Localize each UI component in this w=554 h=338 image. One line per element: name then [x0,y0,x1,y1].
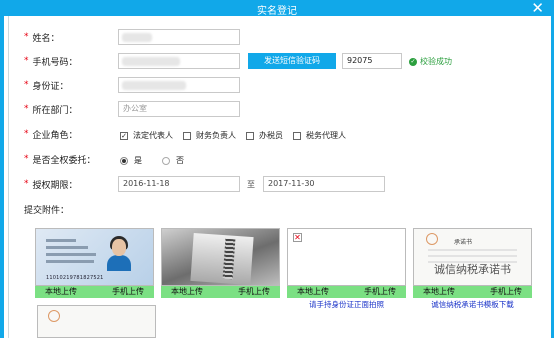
template-download-link[interactable]: 诚信纳税承诺书模板下载 [413,299,532,310]
mobile-upload-button[interactable]: 手机上传 [490,286,522,298]
radio-label: 是 [134,156,142,165]
name-label: 姓名： [32,33,60,44]
name-row: * 姓名： [24,29,127,45]
id-number-label: 身份证： [32,81,69,92]
checkbox-checked-icon[interactable]: ✓ [120,131,128,140]
handheld-id-image: ✕ [287,228,406,286]
attachment-card-id-front: 11010219781827521 本地上传 手机上传 [35,228,154,298]
commitment-letter-image: 承诺书 诚信纳税承诺书 [413,228,532,286]
radio-icon[interactable] [162,156,170,165]
auth-start-date-input[interactable]: 2016-11-18 [118,176,240,192]
dialog-inner-divider [8,16,9,338]
masked-value [122,33,152,42]
sms-code-input[interactable]: 92075 [342,53,402,69]
check-circle-icon: ✓ [409,57,417,66]
required-mark: * [24,179,29,189]
checkbox-icon[interactable] [293,131,301,140]
upload-actions: 本地上传 手机上传 [287,286,406,298]
radio-label: 否 [176,156,184,165]
required-mark: * [24,32,29,42]
letter-title: 诚信纳税承诺书 [434,263,511,276]
required-mark: * [24,154,29,164]
required-mark: * [24,80,29,90]
local-upload-button[interactable]: 本地上传 [171,286,203,298]
department-input[interactable]: 办公室 [118,101,240,117]
checkbox-icon[interactable] [183,131,191,140]
close-icon[interactable]: ✕ [531,0,544,17]
id-number-input[interactable] [118,77,240,93]
masked-value [122,57,180,66]
upload-actions: 本地上传 手机上传 [161,286,280,298]
required-mark: * [24,129,29,139]
seal-icon [48,310,60,322]
full-authority-yes[interactable]: 是 [120,155,142,166]
local-upload-button[interactable]: 本地上传 [45,286,77,298]
mobile-upload-button[interactable]: 手机上传 [112,286,144,298]
full-authority-label: 是否全权委托： [32,155,96,166]
handheld-photo-hint-link[interactable]: 请手持身份证正面拍照 [287,299,406,310]
role-option-finance[interactable]: 财务负责人 [183,130,236,141]
role-option-tax-clerk[interactable]: 办税员 [246,130,283,141]
upload-actions: 本地上传 手机上传 [413,286,532,298]
full-authority-row: * 是否全权委托： [24,151,127,167]
department-label: 所在部门： [32,105,78,116]
send-sms-code-button[interactable]: 发送短信验证码 [248,53,336,69]
verify-status-text: 校验成功 [420,57,452,66]
id-card-back-image [161,228,280,286]
role-option-label: 税务代理人 [306,131,346,140]
phone-label: 手机号码： [32,57,78,68]
auth-period-label: 授权期限： [32,180,78,191]
seal-icon [426,233,438,245]
id-sample-number: 11010219781827521 [46,275,104,281]
role-option-legal-rep[interactable]: ✓ 法定代表人 [120,130,173,141]
role-option-tax-agent[interactable]: 税务代理人 [293,130,346,141]
masked-value [122,81,186,90]
id-number-row: * 身份证： [24,77,127,93]
attachment-card-commitment: 承诺书 诚信纳税承诺书 本地上传 手机上传 诚信纳税承诺书模板下载 [413,228,532,310]
mobile-upload-button[interactable]: 手机上传 [364,286,396,298]
upload-actions: 本地上传 手机上传 [35,286,154,298]
required-mark: * [24,56,29,66]
role-option-label: 办税员 [259,131,283,140]
department-row: * 所在部门： [24,101,127,117]
role-option-label: 法定代表人 [133,131,173,140]
dialog-title: 实名登记 [257,6,297,17]
attachment-card-id-back: 本地上传 手机上传 [161,228,280,298]
role-label: 企业角色： [32,130,78,141]
role-options: ✓ 法定代表人 财务负责人 办税员 税务代理人 [120,130,356,141]
mobile-upload-button[interactable]: 手机上传 [238,286,270,298]
auth-end-date-input[interactable]: 2017-11-30 [263,176,385,192]
id-card-front-image: 11010219781827521 [35,228,154,286]
portrait-photo [105,235,133,271]
phone-input[interactable] [118,53,240,69]
checkbox-icon[interactable] [246,131,254,140]
dialog-left-border [0,16,4,338]
role-option-label: 财务负责人 [196,131,236,140]
verify-status: ✓ 校验成功 [409,56,452,67]
date-separator: 至 [247,180,255,189]
attachment-card-extra [37,305,156,338]
dialog-title-bar: 实名登记 ✕ [0,0,554,17]
full-authority-no[interactable]: 否 [162,155,184,166]
required-mark: * [24,104,29,114]
phone-row: * 手机号码： [24,53,127,69]
full-authority-options: 是 否 [120,155,204,166]
local-upload-button[interactable]: 本地上传 [297,286,329,298]
local-upload-button[interactable]: 本地上传 [423,286,455,298]
radio-selected-icon[interactable] [120,156,128,165]
auth-period-row: * 授权期限： [24,176,127,192]
name-input[interactable] [118,29,240,45]
letter-heading: 承诺书 [454,239,473,246]
broken-image-icon: ✕ [293,233,302,242]
attachment-card-handheld: ✕ 本地上传 手机上传 请手持身份证正面拍照 [287,228,406,310]
attachments-label: 提交附件： [24,206,70,216]
role-row: * 企业角色： [24,126,127,142]
